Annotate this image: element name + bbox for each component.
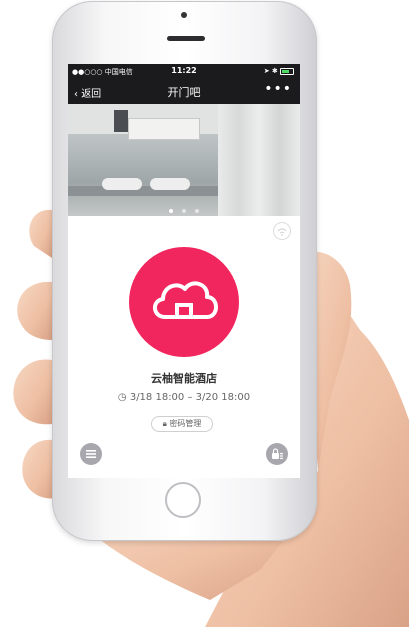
- banner-counter: [68, 186, 218, 196]
- wifi-icon[interactable]: [273, 222, 291, 240]
- cloud-icon: [153, 281, 218, 319]
- banner-mirror: [114, 110, 128, 132]
- carousel-dot[interactable]: [168, 209, 173, 213]
- banner-curtain: [218, 104, 300, 216]
- front-camera: [181, 12, 187, 18]
- room-photo-carousel[interactable]: [68, 104, 300, 216]
- menu-button[interactable]: [80, 443, 102, 465]
- speaker-grill: [167, 36, 205, 41]
- bluetooth-icon: ✱: [271, 67, 278, 75]
- banner-cabinet: [128, 118, 200, 140]
- app-screen: ●●○○○ 中国电信 11:22 ➤ ✱ ‹ 返回 开门吧 ••• 云柚智能酒店…: [68, 64, 300, 478]
- hotel-name: 云柚智能酒店: [151, 372, 217, 385]
- status-right: ➤ ✱: [264, 67, 294, 75]
- status-bar: ●●○○○ 中国电信 11:22 ➤ ✱: [68, 64, 300, 78]
- carousel-dot[interactable]: [195, 209, 200, 213]
- stay-range-text: 3/18 18:00 – 3/20 18:00: [129, 392, 251, 403]
- menu-icon: [86, 450, 96, 458]
- password-manage-button[interactable]: 🔒︎ 密码管理: [151, 416, 213, 432]
- carousel-dot[interactable]: [182, 209, 186, 213]
- carousel-dots: [68, 208, 300, 213]
- banner-sink: [102, 178, 142, 190]
- stay-time: ◷ 3/18 18:00 – 3/20 18:00: [68, 392, 300, 403]
- lock-icon: 🔒︎: [162, 419, 167, 428]
- more-icon[interactable]: •••: [264, 81, 292, 97]
- home-button[interactable]: [165, 482, 201, 518]
- open-door-button[interactable]: [129, 247, 239, 357]
- clock-icon: ◷: [117, 392, 127, 403]
- lock-list-icon: [272, 448, 283, 459]
- location-icon: ➤: [263, 67, 270, 75]
- nav-bar: ‹ 返回 开门吧 •••: [68, 78, 300, 104]
- battery-icon: [280, 67, 294, 75]
- password-manage-label: 密码管理: [169, 419, 202, 428]
- banner-sink: [150, 178, 190, 190]
- lock-list-button[interactable]: [266, 443, 288, 465]
